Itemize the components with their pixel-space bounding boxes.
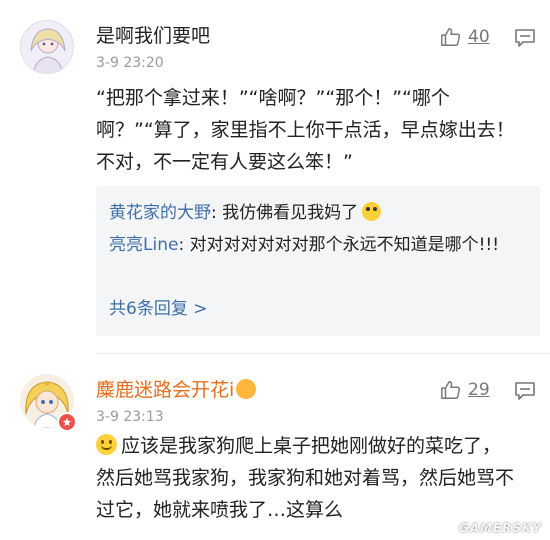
like-count: 29 <box>468 380 490 400</box>
reply-separator: : <box>211 203 223 223</box>
reply-separator: : <box>178 235 190 255</box>
comment-text-body: 应该是我家狗爬上桌子把她刚做好的菜吃了，然后她骂我家狗，我家狗和她对着骂，然后她… <box>96 435 515 521</box>
replies-box: 黄花家的大野: 我仿佛看见我妈了 亮亮Line: 对对对对对对对那个永远不知道是… <box>96 186 540 336</box>
username[interactable]: 麋鹿迷路会开花i <box>96 378 257 402</box>
smiley-icon <box>96 434 117 455</box>
like-button[interactable]: 29 <box>440 379 490 401</box>
timestamp: 3-9 23:20 <box>96 55 164 71</box>
thumbs-up-icon <box>441 28 461 46</box>
divider <box>96 353 550 354</box>
reply-author[interactable]: 黄花家的大野 <box>109 203 211 223</box>
reply-icon <box>515 29 535 47</box>
reply-icon <box>515 382 535 400</box>
like-count: 40 <box>468 27 490 47</box>
emoji-icon <box>236 379 257 399</box>
username-text: 麋鹿迷路会开花i <box>96 379 235 401</box>
comment-1: 是啊我们要吧 3-9 23:20 40 “把那个拿过来！”“啥啊？”“那个！”“… <box>0 0 550 350</box>
reply-button[interactable] <box>514 381 536 405</box>
like-button[interactable]: 40 <box>440 26 490 48</box>
comment-text: 应该是我家狗爬上桌子把她刚做好的菜吃了，然后她骂我家狗，我家狗和她对着骂，然后她… <box>96 430 516 526</box>
thumbs-up-icon <box>441 381 461 399</box>
emoji-icon <box>362 202 382 221</box>
comment-2: 麋鹿迷路会开花i 3-9 23:13 29 应该是我家狗爬上桌子把她刚做好的菜吃… <box>0 362 550 540</box>
reply-button[interactable] <box>514 28 536 52</box>
reply-item: 亮亮Line: 对对对对对对对那个永远不知道是哪个!!! <box>109 230 519 260</box>
reply-text: 我仿佛看见我妈了 <box>222 203 359 223</box>
reply-text: 对对对对对对对那个永远不知道是哪个!!! <box>189 235 500 255</box>
avatar[interactable] <box>20 20 74 74</box>
reply-author[interactable]: 亮亮Line <box>109 235 178 255</box>
reply-item: 黄花家的大野: 我仿佛看见我妈了 <box>109 198 519 228</box>
verified-badge-icon <box>57 412 77 432</box>
username[interactable]: 是啊我们要吧 <box>96 24 210 48</box>
timestamp: 3-9 23:13 <box>96 409 164 425</box>
comment-text: “把那个拿过来！”“啥啊？”“那个！”“哪个啊？”“算了，家里指不上你干点活，早… <box>96 87 515 173</box>
more-replies-link[interactable]: 共6条回复 > <box>109 294 207 319</box>
watermark: GAMERSKY <box>458 521 542 535</box>
